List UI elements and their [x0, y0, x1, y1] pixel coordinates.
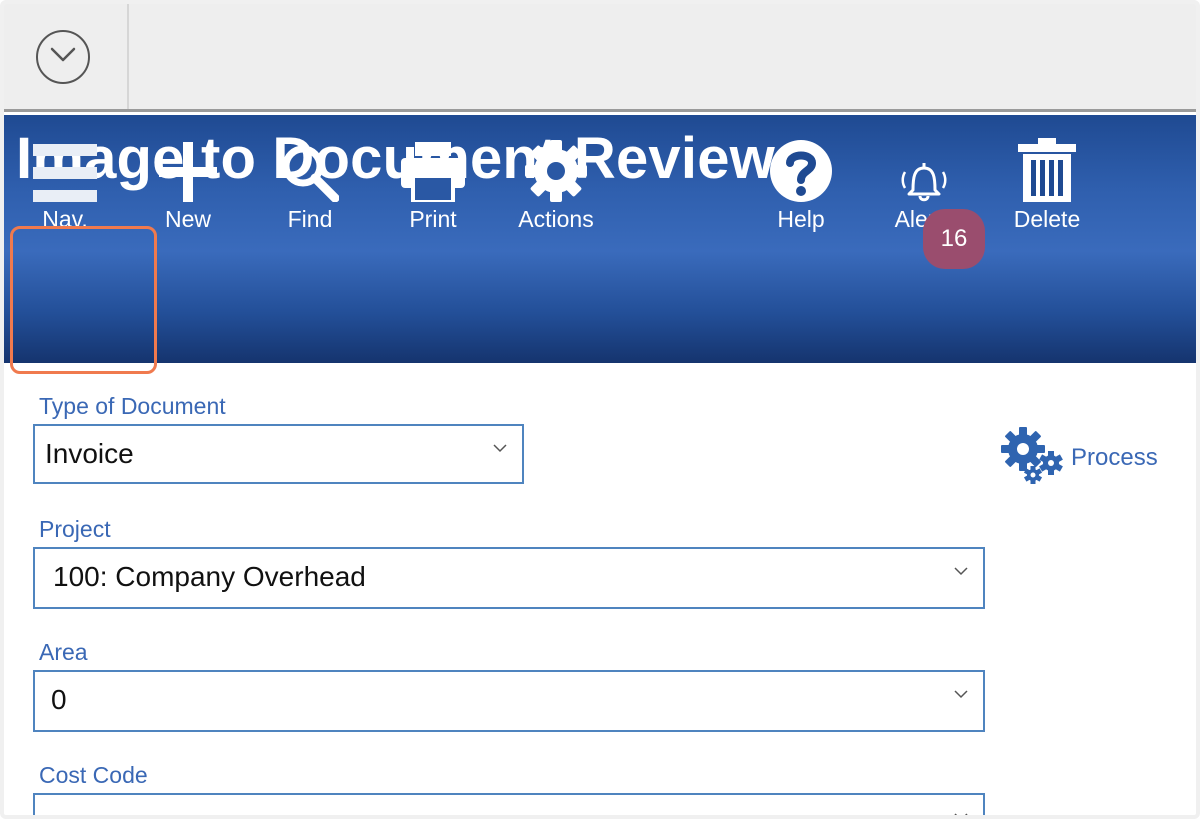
find-button[interactable]: Find: [255, 132, 365, 233]
nav-highlight-box: [10, 226, 157, 374]
app-window: Image to Document Review Nav. New Find P…: [0, 0, 1200, 819]
nav-button[interactable]: Nav.: [10, 132, 120, 233]
collapse-button[interactable]: [36, 30, 90, 84]
area-value: 0: [51, 684, 67, 715]
chevron-down-icon: [953, 809, 969, 815]
trash-icon: [992, 132, 1102, 202]
type-of-document-label: Type of Document: [39, 393, 226, 419]
actions-label: Actions: [518, 206, 594, 232]
question-icon: [746, 132, 856, 202]
find-label: Find: [287, 206, 333, 232]
gear-icon: [501, 132, 611, 202]
cost-code-label: Cost Code: [39, 762, 148, 788]
printer-icon: [378, 132, 488, 202]
alerts-count-badge: 16: [923, 209, 985, 269]
print-label: Print: [409, 206, 457, 232]
delete-button[interactable]: Delete: [992, 132, 1102, 233]
process-button[interactable]: Process: [999, 425, 1158, 490]
type-of-document-value: Invoice: [45, 438, 134, 469]
chevron-down-icon: [492, 440, 508, 458]
help-label: Help: [777, 206, 825, 232]
type-of-document-select[interactable]: Invoice: [33, 424, 524, 484]
actions-button[interactable]: Actions: [501, 132, 611, 233]
hamburger-icon: [10, 132, 120, 202]
plus-icon: [133, 132, 243, 202]
chevron-down-icon: [953, 563, 969, 581]
search-icon: [255, 132, 365, 202]
area-select[interactable]: 0: [33, 670, 985, 732]
chevron-down-icon: [953, 686, 969, 704]
delete-label: Delete: [1013, 206, 1081, 232]
help-button[interactable]: Help: [746, 132, 856, 233]
chevron-down-circle-icon: [49, 46, 77, 69]
topbar-divider: [127, 4, 129, 109]
document-form: Type of Document Invoice Process Project…: [4, 363, 1196, 815]
project-label: Project: [39, 516, 111, 542]
project-value: 100: Company Overhead: [53, 561, 366, 592]
gears-icon: [999, 425, 1065, 490]
top-bar: [4, 4, 1196, 112]
cost-code-select[interactable]: [33, 793, 985, 815]
new-button[interactable]: New: [133, 132, 243, 233]
bell-icon: [869, 132, 979, 202]
print-button[interactable]: Print: [378, 132, 488, 233]
process-label: Process: [1071, 443, 1158, 471]
area-label: Area: [39, 639, 88, 665]
project-select[interactable]: 100: Company Overhead: [33, 547, 985, 609]
